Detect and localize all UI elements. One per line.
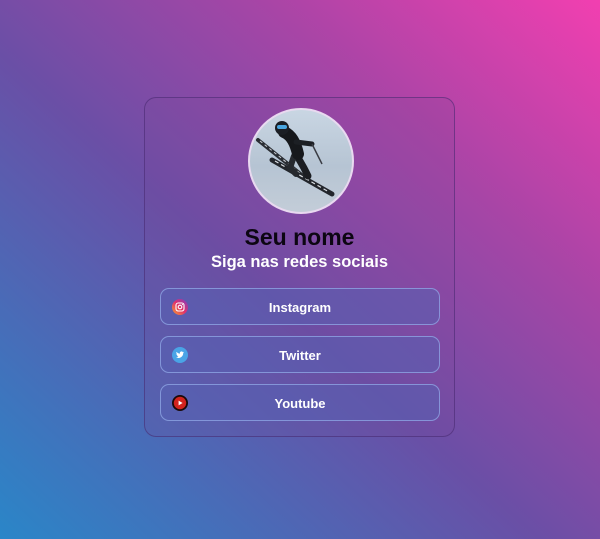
youtube-link-label: Youtube — [274, 396, 326, 411]
profile-name: Seu nome — [244, 224, 355, 250]
instagram-link-label: Instagram — [268, 300, 332, 315]
youtube-link-button[interactable]: Youtube — [160, 384, 440, 421]
twitter-link-label: Twitter — [279, 348, 321, 363]
instagram-link-button[interactable]: Instagram — [160, 288, 440, 325]
profile-card: Seu nome Siga nas redes sociais Instagra… — [144, 97, 455, 437]
twitter-link-button[interactable]: Twitter — [160, 336, 440, 373]
profile-subtitle: Siga nas redes sociais — [210, 253, 388, 271]
skier-photo-icon — [256, 121, 335, 197]
avatar — [248, 108, 354, 214]
